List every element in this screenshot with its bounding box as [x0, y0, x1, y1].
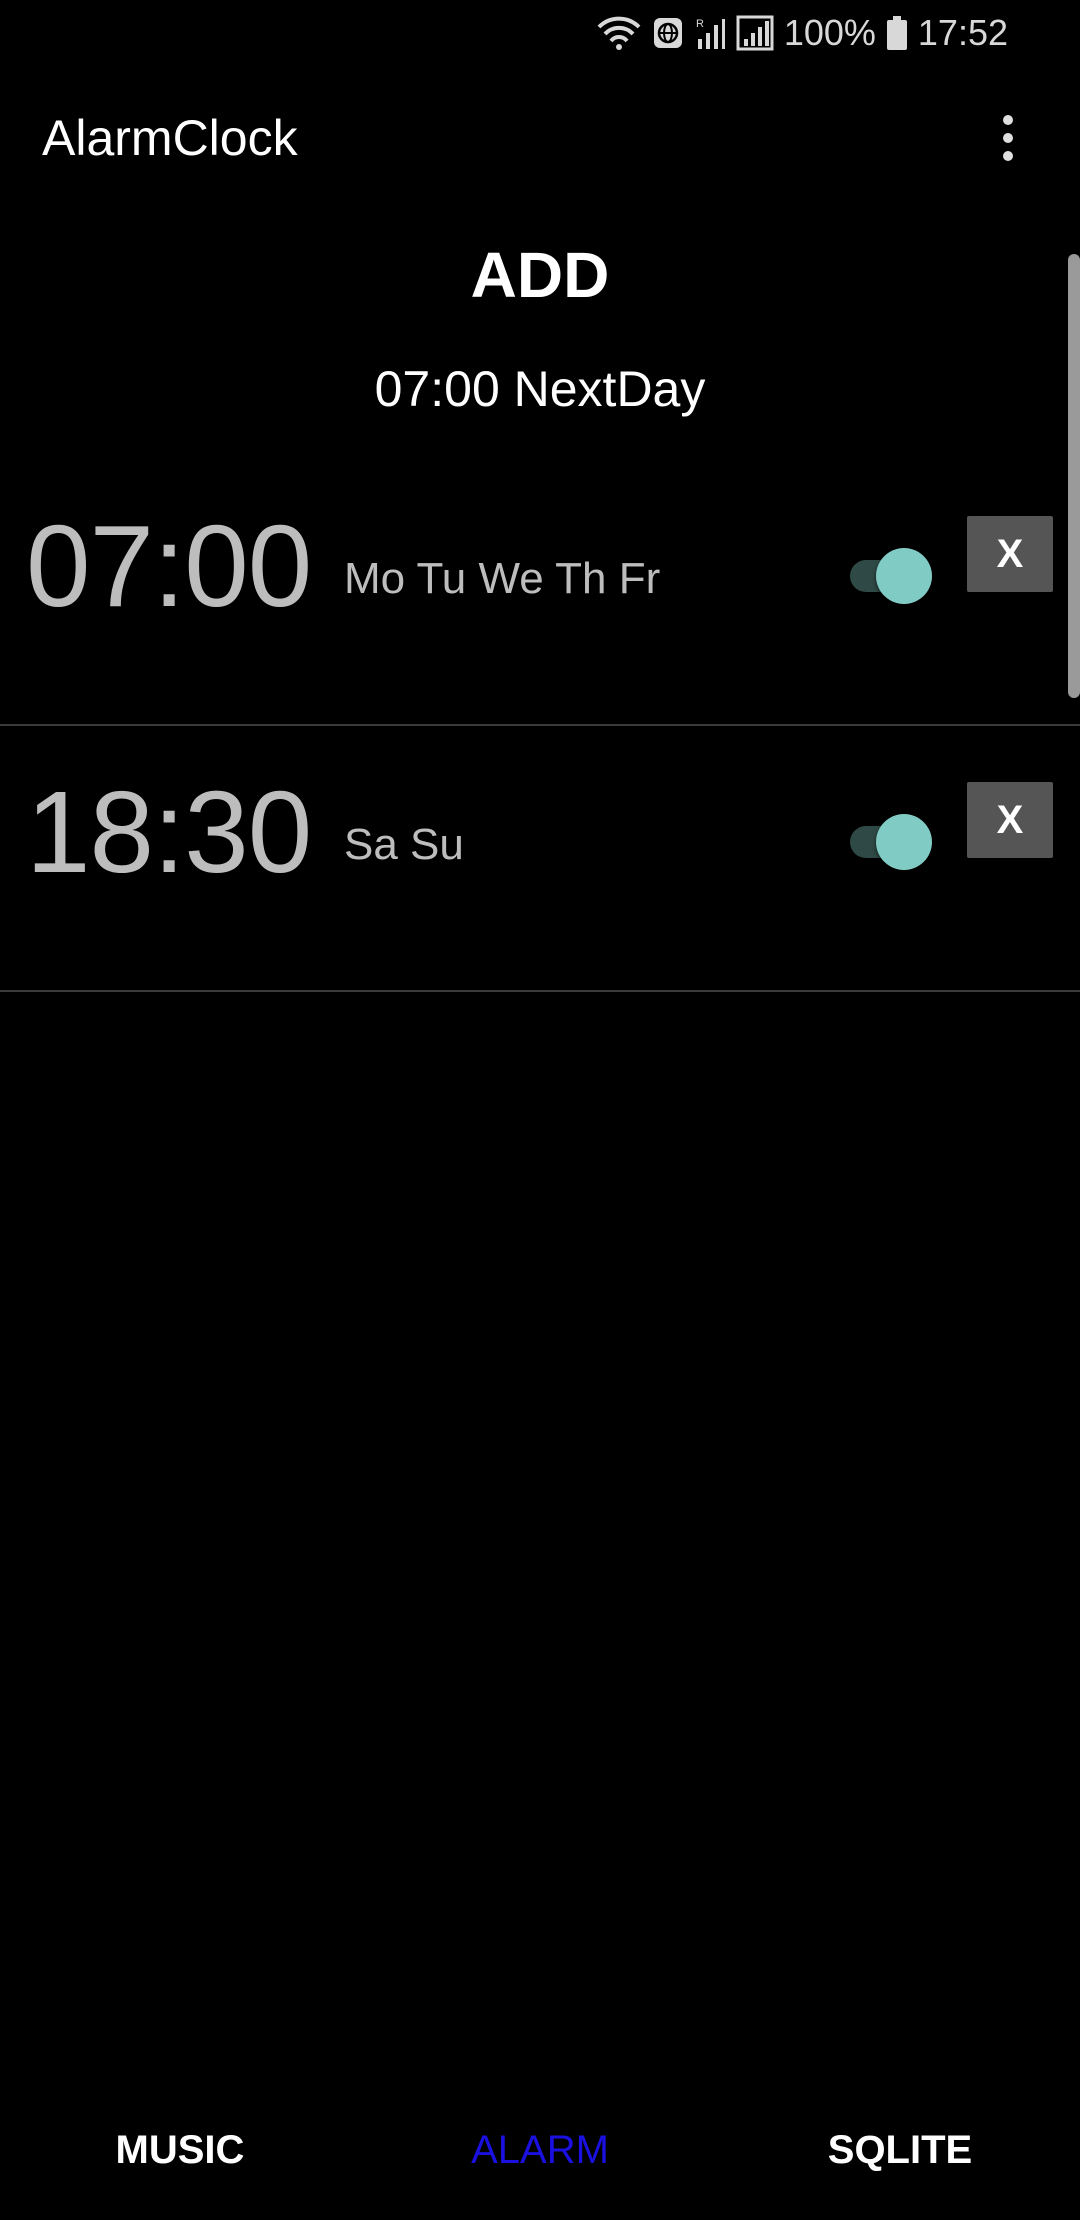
app-title: AlarmClock: [42, 110, 298, 166]
svg-text:R: R: [696, 18, 704, 30]
wifi-icon: [596, 15, 642, 51]
battery-percent: 100%: [783, 12, 876, 53]
delete-alarm-button[interactable]: X: [967, 782, 1053, 858]
tab-music[interactable]: MUSIC: [0, 2128, 360, 2173]
signal-r-icon: R: [694, 15, 726, 51]
screen: R 100% 17:52 AlarmClock ADD 07:00 NextDa…: [0, 0, 1080, 2220]
vpn-globe-icon: [652, 16, 684, 50]
delete-alarm-button[interactable]: X: [967, 516, 1053, 592]
alarm-days: Sa Su: [344, 820, 464, 869]
toggle-thumb: [876, 814, 932, 870]
toggle-thumb: [876, 548, 932, 604]
tab-alarm[interactable]: ALARM: [360, 2128, 720, 2173]
scrollbar[interactable]: [1068, 254, 1080, 698]
alarm-toggle-switch[interactable]: [846, 814, 934, 870]
status-time: 17:52: [917, 12, 1008, 53]
alarm-days: Mo Tu We Th Fr: [344, 554, 661, 603]
signal-icon: [736, 15, 774, 51]
status-bar: R 100% 17:52: [0, 0, 1080, 66]
battery-icon: [886, 15, 908, 51]
add-alarm-button[interactable]: ADD: [0, 238, 1080, 312]
alarm-toggle-switch[interactable]: [846, 548, 934, 604]
more-vert-icon[interactable]: [978, 88, 1038, 188]
next-alarm-text: 07:00 NextDay: [374, 361, 706, 417]
alarm-time[interactable]: 18:30: [26, 774, 312, 890]
tab-sqlite[interactable]: SQLITE: [720, 2128, 1080, 2173]
app-bar: AlarmClock: [0, 66, 1080, 210]
bottom-nav: MUSIC ALARM SQLITE: [0, 2090, 1080, 2210]
alarm-list: 07:00 Mo Tu We Th Fr X 18:30 Sa Su X: [0, 460, 1080, 992]
alarm-row[interactable]: 07:00 Mo Tu We Th Fr X: [0, 460, 1080, 726]
alarm-row[interactable]: 18:30 Sa Su X: [0, 726, 1080, 992]
alarm-time[interactable]: 07:00: [26, 508, 312, 624]
